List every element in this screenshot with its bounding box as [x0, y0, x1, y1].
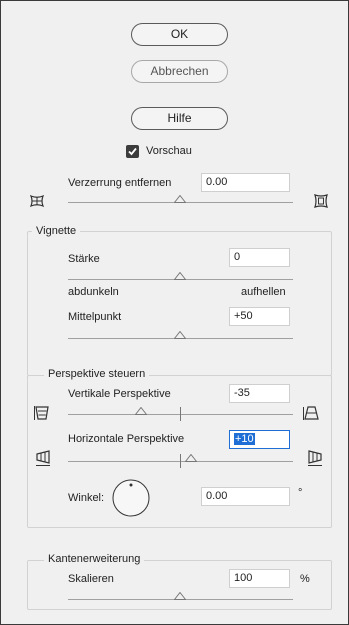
angle-unit: ° [298, 487, 303, 499]
angle-field[interactable]: 0.00 [201, 487, 290, 506]
vertical-perspective-field[interactable]: -35 [229, 384, 290, 403]
horizontal-perspective-left-icon [36, 450, 50, 466]
scale-unit: % [300, 573, 310, 585]
vertical-perspective-narrow-icon [34, 406, 49, 420]
horizontal-perspective-slider-thumb[interactable] [185, 454, 197, 462]
distortion-field[interactable]: 0.00 [201, 173, 290, 192]
scale-slider-thumb[interactable] [174, 592, 186, 600]
vignette-midpoint-slider-thumb[interactable] [174, 331, 186, 339]
vignette-midpoint-label: Mittelpunkt [68, 311, 122, 323]
edge-extension-title: Kantenerweiterung [44, 553, 145, 565]
scale-field[interactable]: 100 [229, 569, 290, 588]
distortion-slider-thumb[interactable] [174, 195, 186, 203]
horizontal-perspective-right-icon [308, 450, 322, 466]
vignette-amount-label: Stärke [68, 253, 100, 265]
angle-dial[interactable] [111, 478, 151, 518]
preview-checkbox[interactable] [126, 145, 139, 158]
horizontal-perspective-value: +10 [234, 433, 255, 445]
horizontal-perspective-label: Horizontale Perspektive [68, 433, 185, 445]
cancel-button[interactable]: Abbrechen [131, 60, 228, 83]
darken-label: abdunkeln [68, 286, 119, 298]
ok-button[interactable]: OK [131, 23, 228, 46]
preview-label: Vorschau [146, 145, 192, 157]
pincushion-grid-icon [29, 194, 45, 208]
vignette-midpoint-field[interactable]: +50 [229, 307, 290, 326]
horizontal-perspective-field[interactable]: +10 [229, 430, 290, 449]
vignette-amount-field[interactable]: 0 [229, 248, 290, 267]
distortion-label: Verzerrung entfernen [68, 177, 172, 189]
perspective-title: Perspektive steuern [44, 368, 150, 380]
vertical-perspective-wide-icon [303, 406, 319, 420]
angle-label: Winkel: [68, 492, 105, 504]
horizontal-perspective-center-tick [180, 454, 181, 468]
barrel-frame-icon [314, 194, 328, 208]
scale-label: Skalieren [68, 573, 114, 585]
vertical-perspective-label: Vertikale Perspektive [68, 388, 171, 400]
vertical-perspective-center-tick [180, 407, 181, 421]
dialog-panel: OK Abbrechen Hilfe Vorschau Verzerrung e… [0, 0, 349, 625]
checkmark-icon [128, 147, 137, 156]
lighten-label: aufhellen [241, 286, 286, 298]
help-button[interactable]: Hilfe [131, 107, 228, 130]
vignette-amount-slider-thumb[interactable] [174, 272, 186, 280]
vertical-perspective-slider-thumb[interactable] [135, 407, 147, 415]
vignette-title: Vignette [32, 225, 81, 237]
